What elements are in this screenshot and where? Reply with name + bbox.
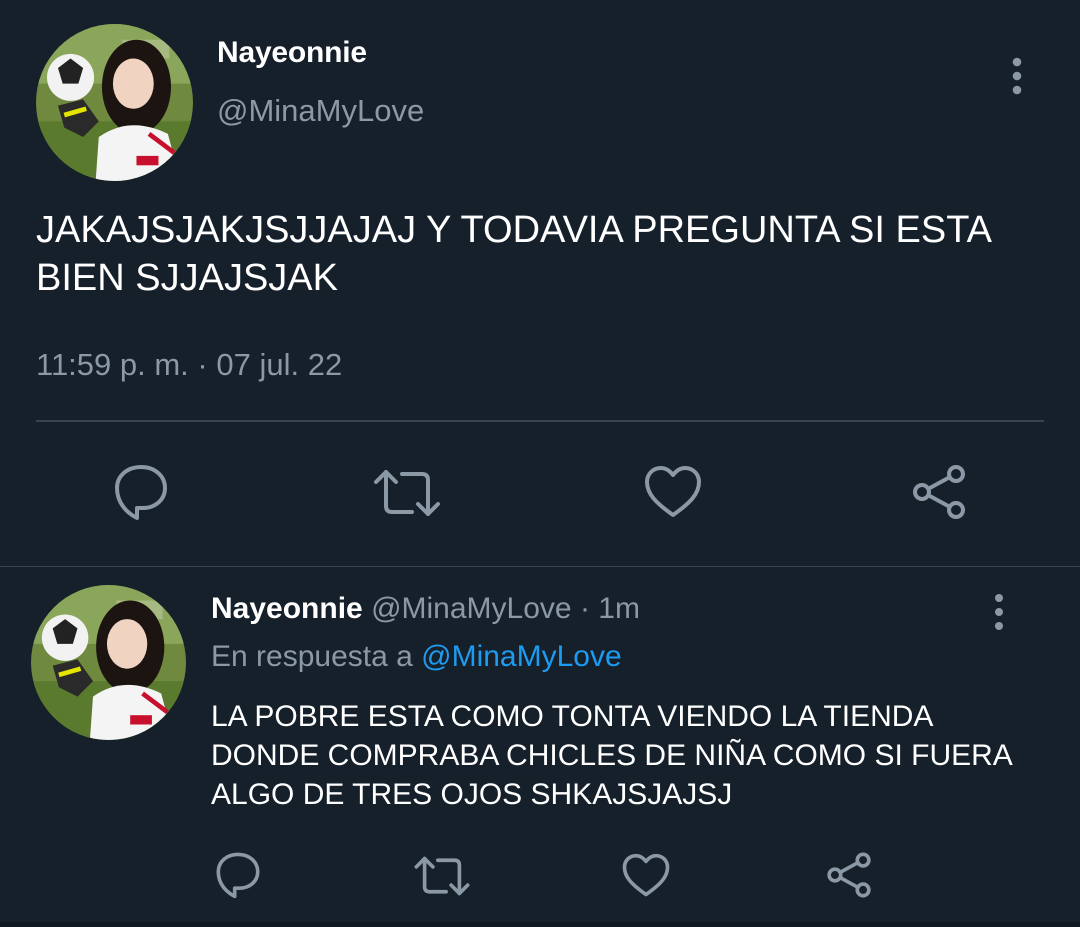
tweet-date: 07 jul. 22 (216, 347, 343, 382)
share-icon[interactable] (910, 463, 968, 521)
reply-icon[interactable] (215, 851, 261, 899)
reply-context: En respuesta a @MinaMyLove (211, 640, 622, 674)
tweet-time: 11:59 p. m. (36, 347, 189, 382)
bottom-divider (0, 922, 1080, 927)
like-icon[interactable] (622, 853, 670, 898)
reply-author-name[interactable]: Nayeonnie (211, 592, 363, 625)
retweet-icon[interactable] (413, 855, 471, 897)
reply-header: Nayeonnie @MinaMyLove · 1m (211, 592, 640, 626)
divider (36, 420, 1044, 422)
reply-time: 1m (598, 592, 640, 625)
tweet-text: JAKAJSJAKJSJJAJAJ Y TODAVIA PREGUNTA SI … (36, 209, 990, 299)
share-icon[interactable] (825, 851, 873, 899)
reply-mention-link[interactable]: @MinaMyLove (421, 640, 622, 673)
tweet-timestamp: 11:59 p. m. · 07 jul. 22 (36, 347, 342, 383)
reply-text: LA POBRE ESTA COMO TONTA VIENDO LA TIEND… (211, 700, 1012, 811)
reply-context-label: En respuesta a (211, 640, 413, 673)
author-name[interactable]: Nayeonnie (217, 36, 367, 70)
reply-icon[interactable] (113, 463, 169, 521)
section-divider (0, 566, 1080, 567)
meta-separator: · (197, 347, 208, 382)
author-handle[interactable]: @MinaMyLove (217, 93, 424, 129)
retweet-icon[interactable] (372, 468, 442, 518)
reply-author-handle[interactable]: @MinaMyLove (371, 592, 572, 625)
more-vertical-icon[interactable] (1002, 55, 1032, 99)
reply-author-avatar[interactable] (31, 585, 186, 740)
more-vertical-icon[interactable] (985, 591, 1013, 633)
like-icon[interactable] (644, 465, 702, 519)
author-avatar[interactable] (36, 24, 193, 181)
meta-separator: · (579, 592, 590, 625)
